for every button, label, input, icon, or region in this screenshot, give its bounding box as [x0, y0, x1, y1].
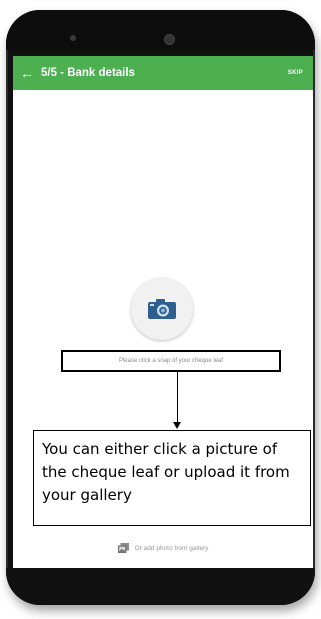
snap-hint-text: Please click a snap of your cheque leaf — [118, 358, 224, 364]
annotation-callout: You can either click a picture of the ch… — [33, 430, 311, 526]
callout-text: You can either click a picture of the ch… — [42, 440, 290, 504]
camera-icon — [148, 299, 176, 319]
snap-hint-box: Please click a snap of your cheque leaf — [61, 350, 281, 372]
annotation-arrow-head — [173, 422, 181, 429]
phone-top-bezel — [6, 10, 315, 50]
front-camera-dot — [164, 34, 175, 45]
camera-button[interactable] — [131, 278, 193, 340]
add-from-gallery-label: Or add photo from gallery — [134, 544, 209, 552]
phone-bottom-bezel — [6, 568, 315, 605]
annotation-arrow-line — [177, 372, 178, 424]
app-screen: ← 5/5 - Bank details SKIP Please click a… — [13, 56, 313, 568]
back-arrow-icon[interactable]: ← — [13, 56, 41, 90]
page-title: 5/5 - Bank details — [41, 67, 135, 79]
app-bar: ← 5/5 - Bank details SKIP — [13, 56, 313, 90]
add-from-gallery-button[interactable]: Or add photo from gallery — [13, 540, 313, 556]
skip-button[interactable]: SKIP — [288, 70, 303, 76]
speaker-dot — [70, 35, 76, 41]
photo-gallery-icon — [117, 543, 129, 553]
